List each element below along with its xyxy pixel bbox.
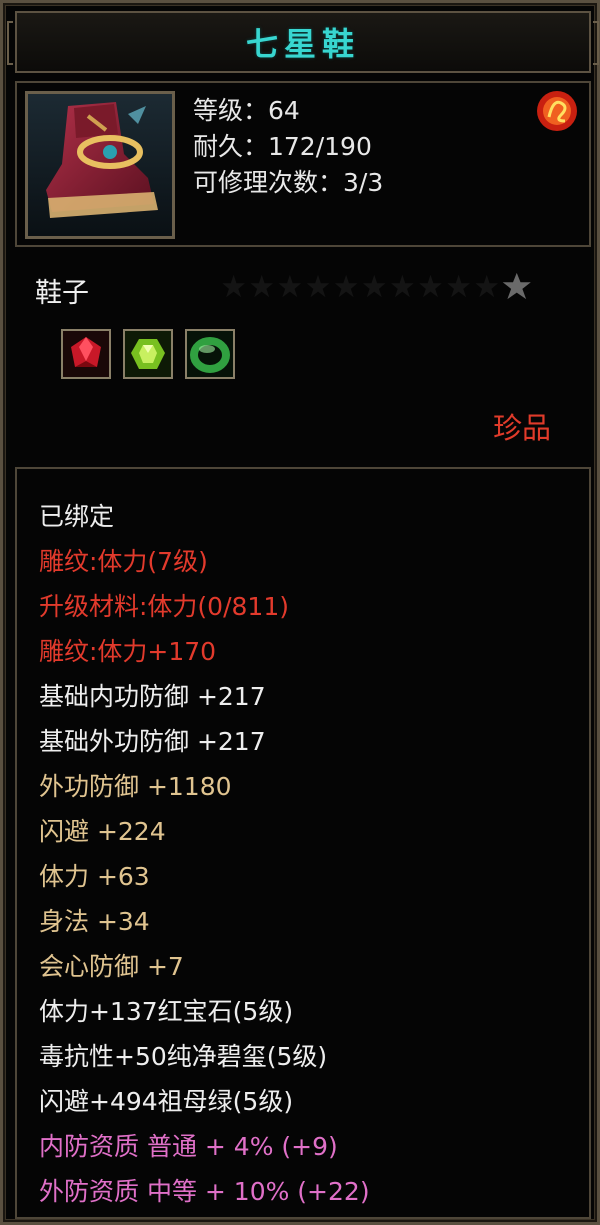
attr-line: 基础外功防御 +217 xyxy=(39,727,266,756)
peridot-gem-icon xyxy=(125,331,171,377)
attr-line: 内防资质 普通 + 4% (+9) xyxy=(39,1132,338,1161)
attr-line: 雕纹:体力(7级) xyxy=(39,547,208,576)
repair-count-stat: 可修理次数：3/3 xyxy=(193,168,384,197)
title-bar: 七星鞋 xyxy=(7,11,599,73)
level-stat: 等级：64 xyxy=(193,96,300,125)
attribute-panel: 已绑定 雕纹:体力(7级) 升级材料:体力(0/811) 雕纹:体力+170 基… xyxy=(15,467,591,1219)
item-header: 等级：64 耐久：172/190 可修理次数：3/3 xyxy=(15,81,591,247)
ruby-gem-icon xyxy=(63,331,109,377)
attr-line: 雕纹:体力+170 xyxy=(39,637,217,666)
gem-slot-3[interactable] xyxy=(185,329,235,379)
flame-rune-icon xyxy=(537,91,577,131)
title-corner-left xyxy=(7,21,13,65)
attr-line: 体力+137红宝石(5级) xyxy=(39,997,294,1026)
title-corner-right xyxy=(593,21,599,65)
attr-line: 外防资质 中等 + 10% (+22) xyxy=(39,1177,370,1206)
attr-line: 闪避+494祖母绿(5级) xyxy=(39,1087,294,1116)
attr-line: 体力 +63 xyxy=(39,862,150,891)
attr-line: 升级材料:体力(0/811) xyxy=(39,592,289,621)
boot-icon xyxy=(28,94,172,236)
attr-line: 会心防御 +7 xyxy=(39,952,184,981)
star-icon xyxy=(502,272,531,300)
durability-stat: 耐久：172/190 xyxy=(193,132,372,161)
jade-ring-icon xyxy=(187,331,233,377)
attr-line: 外功防御 +1180 xyxy=(39,772,232,801)
attr-line: 已绑定 xyxy=(39,502,115,531)
attr-line: 闪避 +224 xyxy=(39,817,166,846)
item-name: 七星鞋 xyxy=(245,25,360,63)
item-type: 鞋子 xyxy=(35,278,89,309)
gem-slot-2[interactable] xyxy=(123,329,173,379)
attr-line: 身法 +34 xyxy=(39,907,150,936)
item-icon-frame[interactable] xyxy=(25,91,175,239)
attr-line: 基础内功防御 +217 xyxy=(39,682,266,711)
item-tooltip: 七星鞋 等级：64 耐久：172/190 可修理次数：3/3 鞋子 珍品 已绑定… xyxy=(0,0,600,1225)
rarity-label: 珍品 xyxy=(492,411,551,445)
attr-line: 毒抗性+50纯净碧玺(5级) xyxy=(39,1042,328,1071)
gem-slot-1[interactable] xyxy=(61,329,111,379)
star-rating xyxy=(222,272,531,300)
